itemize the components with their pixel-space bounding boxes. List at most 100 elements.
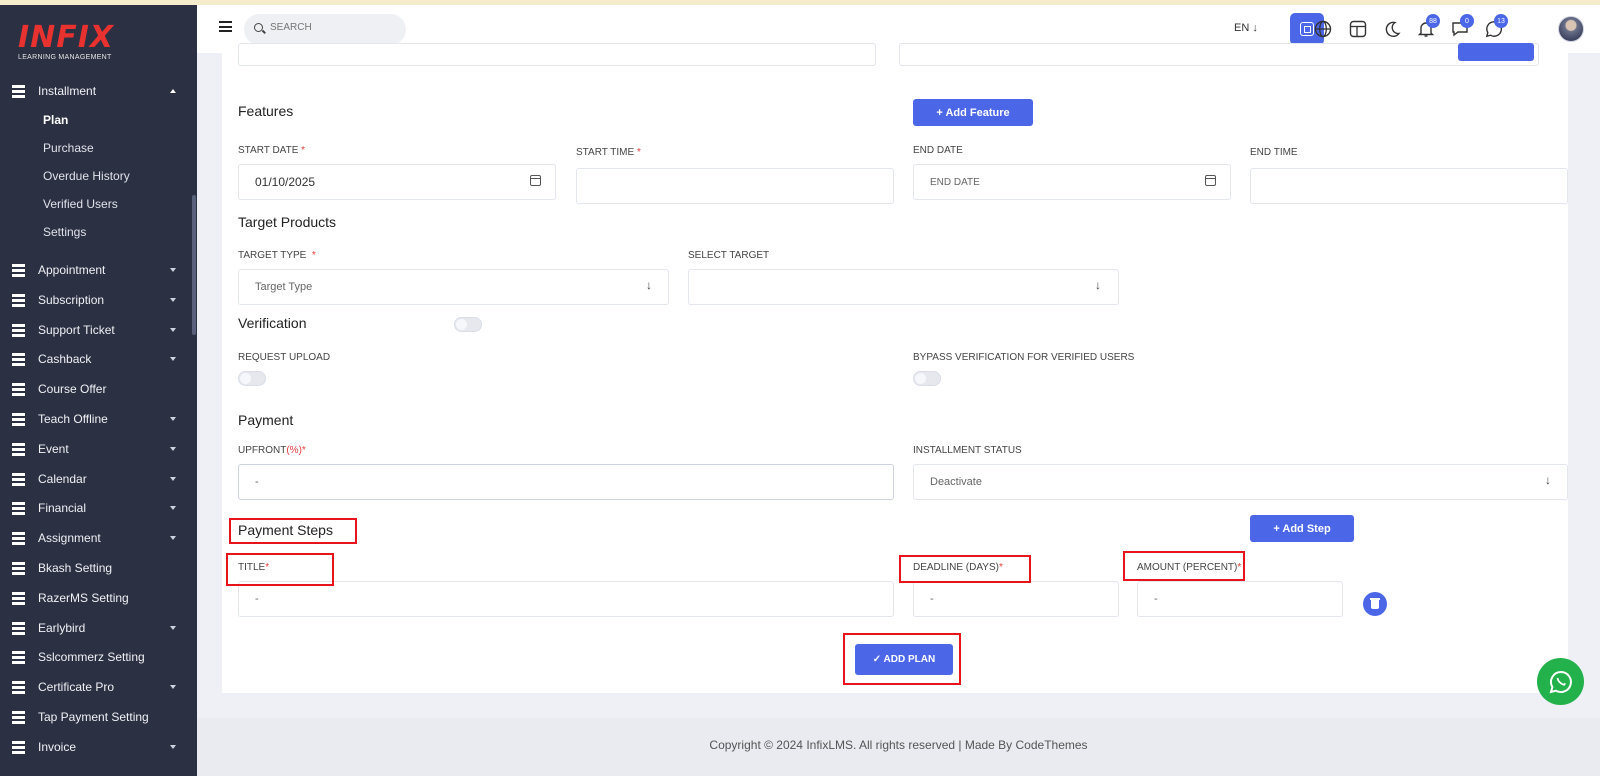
grid-icon — [12, 324, 25, 337]
notification-badge: 88 — [1426, 14, 1440, 28]
sidebar-item-sslcommerz-setting[interactable]: Sslcommerz Setting — [0, 642, 192, 672]
submenu-settings[interactable]: Settings — [43, 225, 86, 239]
moon-icon[interactable] — [1378, 15, 1406, 43]
amount-input[interactable]: - — [1137, 581, 1343, 617]
sidebar-item-assignment[interactable]: Assignment — [0, 523, 192, 553]
highlight-add-plan — [843, 633, 961, 685]
sidebar-item-label: Invoice — [38, 740, 77, 754]
sidebar-item-label: Bkash Setting — [38, 561, 113, 575]
whatsapp-float-button[interactable] — [1537, 658, 1584, 705]
end-time-input[interactable] — [1250, 168, 1568, 204]
bypass-verification-toggle[interactable] — [913, 371, 941, 386]
highlight-amount — [1123, 551, 1245, 581]
add-step-button[interactable]: + Add Step — [1250, 515, 1354, 542]
chevron-down-icon — [170, 357, 176, 361]
grid-icon — [12, 443, 25, 456]
previous-field-right[interactable] — [899, 43, 1539, 66]
sidebar-item-invoice[interactable]: Invoice — [0, 732, 192, 762]
avatar[interactable] — [1558, 16, 1584, 42]
previous-field[interactable] — [238, 43, 876, 66]
request-upload-label: REQUEST UPLOAD — [238, 352, 331, 363]
globe-icon[interactable] — [1309, 15, 1337, 43]
grid-icon — [12, 383, 25, 396]
chevron-down-icon — [170, 328, 176, 332]
grid-icon — [12, 681, 25, 694]
sidebar-item-label: Cashback — [38, 352, 92, 366]
sidebar-item-subscription[interactable]: Subscription — [0, 285, 192, 315]
select-target-select[interactable] — [688, 269, 1119, 305]
sidebar: INFIX LEARNING MANAGEMENT Installment Pl… — [0, 5, 197, 776]
section-title-target-products: Target Products — [238, 214, 337, 230]
sidebar-item-certificate-pro[interactable]: Certificate Pro — [0, 672, 192, 702]
sidebar-item-tap-payment-setting[interactable]: Tap Payment Setting — [0, 702, 192, 732]
sidebar-item-teach-offline[interactable]: Teach Offline — [0, 404, 192, 434]
sidebar-item-course-offer[interactable]: Course Offer — [0, 374, 192, 404]
menu-toggle-icon[interactable] — [219, 21, 232, 32]
step-title-input[interactable]: - — [238, 581, 894, 617]
chat-badge: 13 — [1494, 14, 1508, 28]
section-title-payment: Payment — [238, 412, 294, 428]
sidebar-item-financial[interactable]: Financial — [0, 493, 192, 523]
sidebar-item-support-ticket[interactable]: Support Ticket — [0, 315, 192, 345]
sidebar-item-label: Installment — [38, 84, 97, 98]
layout-icon[interactable] — [1344, 15, 1372, 43]
chevron-up-icon — [170, 89, 176, 93]
upfront-label: UPFRONT(%)* — [238, 445, 306, 456]
start-time-input[interactable] — [576, 168, 894, 204]
sidebar-scrollbar[interactable] — [192, 195, 196, 335]
grid-icon — [12, 711, 25, 724]
sidebar-item-earlybird[interactable]: Earlybird — [0, 613, 192, 643]
start-date-label: START DATE * — [238, 145, 306, 156]
sidebar-item-appointment[interactable]: Appointment — [0, 255, 192, 285]
sidebar-item-label: Appointment — [38, 263, 106, 277]
sidebar-item-label: Support Ticket — [38, 323, 115, 337]
sidebar-item-razerms-setting[interactable]: RazerMS Setting — [0, 583, 192, 613]
sidebar-item-label: Subscription — [38, 293, 105, 307]
search-box[interactable] — [244, 14, 406, 45]
sidebar-item-bkash-setting[interactable]: Bkash Setting — [0, 553, 192, 583]
submenu-purchase[interactable]: Purchase — [43, 141, 94, 155]
request-upload-toggle[interactable] — [238, 371, 266, 386]
chevron-down-icon — [170, 268, 176, 272]
start-date-input[interactable]: 01/10/2025 — [238, 164, 556, 200]
verification-toggle[interactable] — [454, 317, 482, 332]
target-type-select[interactable]: Target Type — [238, 269, 669, 305]
calendar-icon[interactable] — [530, 175, 541, 186]
brand-logo[interactable]: INFIX LEARNING MANAGEMENT — [18, 20, 115, 62]
chevron-down-icon — [170, 685, 176, 689]
arrow-down-icon: ↓ — [1545, 473, 1551, 487]
chevron-down-icon — [170, 745, 176, 749]
sidebar-item-cashback[interactable]: Cashback — [0, 344, 192, 374]
delete-step-icon[interactable] — [1363, 592, 1387, 616]
copyright-text: Copyright © 2024 InfixLMS. All rights re… — [709, 738, 1088, 752]
chevron-down-icon — [170, 506, 176, 510]
chevron-down-icon — [170, 626, 176, 630]
sidebar-item-calendar[interactable]: Calendar — [0, 464, 192, 494]
end-date-input[interactable]: END DATE — [913, 164, 1231, 200]
deadline-input[interactable]: - — [913, 581, 1119, 617]
grid-icon — [12, 473, 25, 486]
grid-icon — [12, 353, 25, 366]
upfront-input[interactable]: - — [238, 464, 894, 500]
sidebar-item-label: Calendar — [38, 472, 87, 486]
sidebar-item-installment[interactable]: Installment — [0, 76, 192, 106]
previous-button[interactable] — [1458, 43, 1534, 61]
add-feature-button[interactable]: + Add Feature — [913, 99, 1033, 126]
sidebar-item-event[interactable]: Event — [0, 434, 192, 464]
submenu-plan[interactable]: Plan — [43, 113, 68, 127]
section-title-verification: Verification — [238, 315, 307, 331]
end-date-label: END DATE — [913, 145, 963, 156]
calendar-icon[interactable] — [1205, 175, 1216, 186]
select-target-label: SELECT TARGET — [688, 250, 770, 261]
highlight-payment-steps — [229, 518, 357, 544]
language-select[interactable]: EN ↓ — [1234, 22, 1258, 34]
submenu-overdue-history[interactable]: Overdue History — [43, 169, 130, 183]
grid-icon — [12, 294, 25, 307]
chevron-down-icon — [170, 447, 176, 451]
brand-name: INFIX — [18, 20, 115, 55]
sidebar-item-label: Teach Offline — [38, 412, 108, 426]
submenu-verified-users[interactable]: Verified Users — [43, 197, 118, 211]
search-input[interactable] — [270, 22, 400, 33]
installment-status-select[interactable]: Deactivate — [913, 464, 1568, 500]
section-title-features: Features — [238, 103, 294, 119]
